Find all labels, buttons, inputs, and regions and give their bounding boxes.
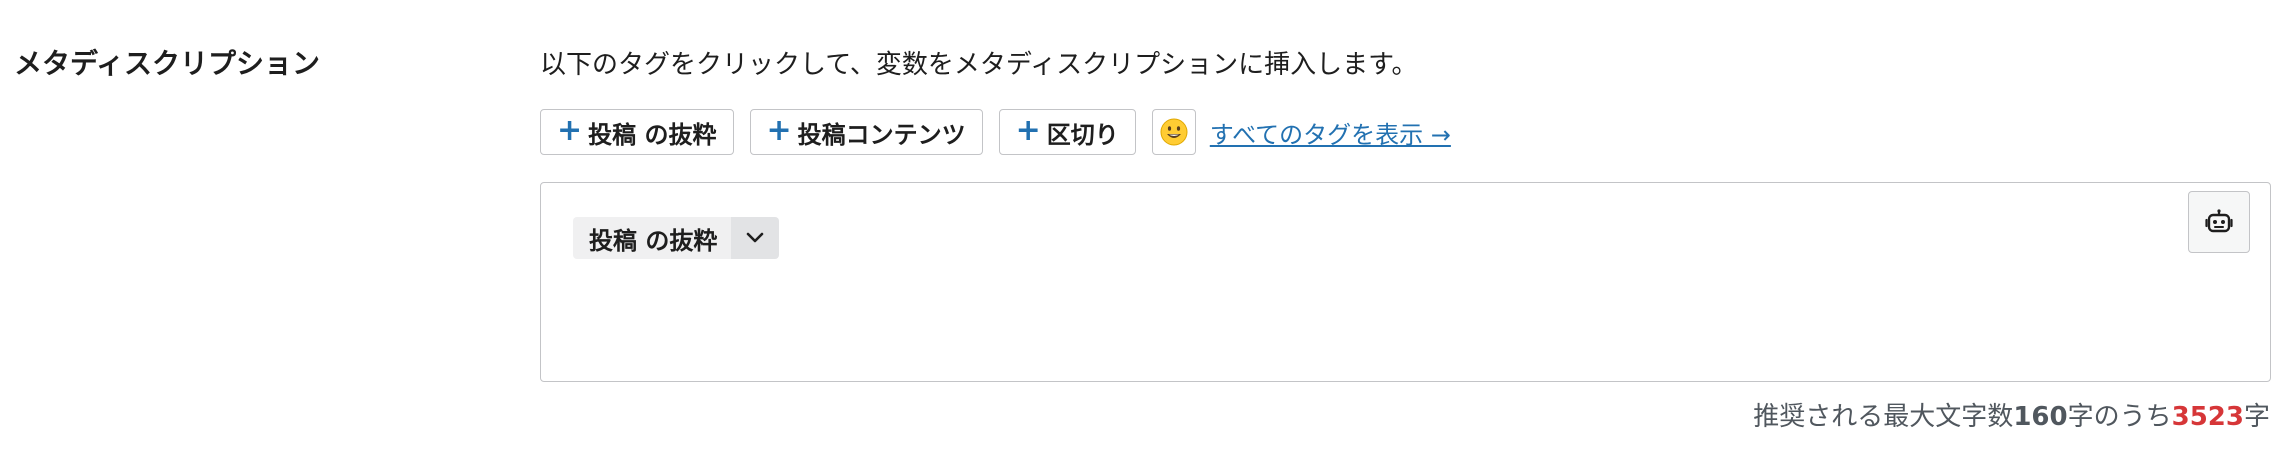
plus-icon: + [766,112,792,148]
smiley-emoji-icon [1160,118,1188,146]
variable-chip-label: 投稿 の抜粋 [573,217,732,259]
tag-button-label: 投稿コンテンツ [797,120,966,149]
counter-suffix: 字 [2243,402,2270,432]
tag-button-label: 区切り [1046,120,1119,149]
field-instruction: 以下のタグをクリックして、変数をメタディスクリプションに挿入します。 [540,50,1418,80]
counter-middle: 字のうち [2067,402,2172,432]
robot-icon [2205,209,2233,233]
meta-description-editor[interactable]: 投稿 の抜粋 [540,182,2271,382]
plus-icon: + [557,112,583,148]
counter-current: 3523 [2171,402,2244,432]
insert-excerpt-tag-button[interactable]: + 投稿 の抜粋 [540,109,734,155]
chevron-down-icon [747,232,764,243]
tag-toolbar: + 投稿 の抜粋 + 投稿コンテンツ + 区切り すべてのタグを表示 → [540,108,1451,156]
view-all-tags-link[interactable]: すべてのタグを表示 → [1210,115,1451,150]
insert-content-tag-button[interactable]: + 投稿コンテンツ [749,109,983,155]
insert-separator-tag-button[interactable]: + 区切り [998,109,1136,155]
counter-prefix: 推奨される最大文字数 [1753,402,2014,432]
field-label: メタディスクリプション [14,47,321,80]
emoji-picker-button[interactable] [1151,109,1196,155]
variable-chip-toggle[interactable] [731,217,780,259]
ai-generate-button[interactable] [2188,191,2250,253]
variable-chip-excerpt[interactable]: 投稿 の抜粋 [573,217,780,259]
counter-max: 160 [2013,402,2068,432]
plus-icon: + [1015,112,1041,148]
character-counter: 推奨される最大文字数160字のうち3523字 [1753,396,2270,433]
tag-button-label: 投稿 の抜粋 [588,120,717,149]
